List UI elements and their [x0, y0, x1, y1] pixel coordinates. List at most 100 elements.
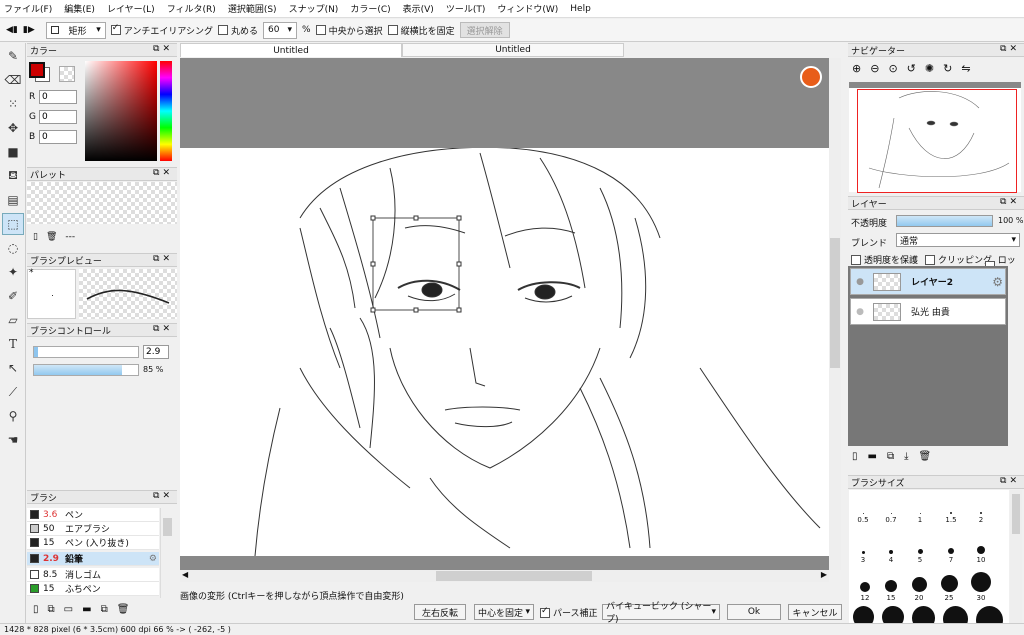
gear-icon[interactable]: ⚙: [992, 275, 1003, 289]
gear-icon[interactable]: ⚙: [149, 554, 157, 564]
canvas-area[interactable]: [180, 58, 829, 570]
menu-layer[interactable]: レイヤー(L): [107, 2, 155, 15]
folder-icon[interactable]: ▬: [868, 451, 877, 467]
select-eraser-tool-icon[interactable]: ▱: [2, 309, 24, 331]
menu-color[interactable]: カラー(C): [350, 2, 390, 15]
dot-tool-icon[interactable]: ⁙: [2, 93, 24, 115]
panel-controls-icon[interactable]: ⧉✕: [153, 168, 173, 178]
flip-view-icon[interactable]: ⇋: [961, 62, 970, 78]
brush-opacity-slider[interactable]: [33, 364, 139, 376]
duplicate-layer-icon[interactable]: ⧉: [887, 451, 894, 467]
brush-size-cell[interactable]: 20: [907, 572, 931, 602]
rotate-left-icon[interactable]: ↺: [907, 62, 916, 78]
layer-row[interactable]: ● 弘光 由貴: [850, 298, 1006, 325]
divider-tool-icon[interactable]: ⟋: [2, 381, 24, 403]
canvas-vertical-scrollbar[interactable]: [829, 58, 841, 570]
color-sv-picker[interactable]: [85, 61, 157, 161]
menu-tool[interactable]: ツール(T): [446, 2, 486, 15]
magic-wand-tool-icon[interactable]: ✦: [2, 261, 24, 283]
brush-size-cell[interactable]: 7: [941, 540, 961, 564]
round-value-select[interactable]: 60 ▾: [263, 21, 298, 39]
brush-item[interactable]: 8.5 消しゴム: [27, 568, 159, 582]
next-icon[interactable]: ▮▶: [23, 25, 35, 35]
trash-icon[interactable]: 🗑: [919, 451, 932, 467]
brush-size-cell[interactable]: 2: [971, 504, 991, 524]
brush-size-slider[interactable]: [33, 346, 139, 358]
flip-horizontal-button[interactable]: 左右反転: [414, 604, 466, 620]
brush-size-cell[interactable]: 30: [968, 572, 994, 602]
brush-size-cell[interactable]: 0.7: [881, 504, 901, 524]
panel-controls-icon[interactable]: ⧉✕: [153, 324, 173, 334]
menu-edit[interactable]: 編集(E): [64, 2, 95, 15]
panel-controls-icon[interactable]: ⧉✕: [1000, 197, 1020, 207]
perspective-checkbox[interactable]: パース補正: [540, 606, 598, 619]
operation-tool-icon[interactable]: ↖: [2, 357, 24, 379]
bucket-tool-icon[interactable]: ⛾: [2, 165, 24, 187]
panel-controls-icon[interactable]: ⧉✕: [153, 44, 173, 54]
panel-controls-icon[interactable]: ⧉✕: [1000, 44, 1020, 54]
brush-item[interactable]: 15 ペン (入り抜き): [27, 536, 159, 550]
trash-icon[interactable]: 🗑: [117, 604, 130, 615]
rotate-reset-icon[interactable]: ✺: [925, 62, 934, 78]
zoom-reset-icon[interactable]: ⊙: [888, 62, 897, 78]
transparent-swatch[interactable]: [59, 66, 75, 82]
trash-icon[interactable]: 🗑: [46, 232, 57, 242]
ok-button[interactable]: Ok: [727, 604, 781, 620]
move-tool-icon[interactable]: ✥: [2, 117, 24, 139]
pen-tool-icon[interactable]: ✎: [2, 45, 24, 67]
tab-untitled-1[interactable]: Untitled: [180, 43, 402, 57]
panel-controls-icon[interactable]: ⧉✕: [1000, 476, 1020, 486]
layer-row-selected[interactable]: ● レイヤー2 ⚙: [850, 268, 1006, 295]
brush-size-cell[interactable]: 15: [879, 572, 903, 602]
rect-select-tool-icon[interactable]: ⬚: [2, 213, 24, 235]
b-input[interactable]: [39, 130, 77, 144]
menu-view[interactable]: 表示(V): [403, 2, 434, 15]
eraser-tool-icon[interactable]: ⌫: [2, 69, 24, 91]
brush-size-cell[interactable]: 1.5: [941, 504, 961, 524]
new-layer-icon[interactable]: ▯: [852, 451, 858, 467]
interpolation-select[interactable]: バイキュービック (シャープ) ▾: [602, 602, 720, 625]
menu-snap[interactable]: スナップ(N): [289, 2, 339, 15]
new-brush-icon[interactable]: ▯: [33, 604, 39, 615]
g-input[interactable]: [39, 110, 77, 124]
palette-area[interactable]: [27, 182, 177, 224]
visibility-icon[interactable]: ●: [851, 307, 869, 317]
new-page-icon[interactable]: ▯: [33, 232, 38, 242]
brush-size-cell[interactable]: 0.5: [853, 504, 873, 524]
fill-rect-tool-icon[interactable]: ■: [2, 141, 24, 163]
anchor-select[interactable]: 中心を固定 ▾: [474, 604, 534, 620]
menu-filter[interactable]: フィルタ(R): [167, 2, 216, 15]
brush-size-scrollbar[interactable]: [1010, 490, 1022, 623]
gradient-tool-icon[interactable]: ▤: [2, 189, 24, 211]
fg-color-swatch[interactable]: [29, 62, 45, 78]
hand-tool-icon[interactable]: ☚: [2, 429, 24, 451]
menu-help[interactable]: Help: [570, 4, 591, 14]
zoom-out-icon[interactable]: ⊖: [870, 62, 879, 78]
tab-untitled-2[interactable]: Untitled: [402, 43, 624, 57]
merge-down-icon[interactable]: ⤓: [904, 451, 908, 467]
brush-size-input[interactable]: [143, 345, 169, 359]
brush-item[interactable]: 15 ふちペン: [27, 582, 159, 596]
drawing-paper[interactable]: [180, 146, 829, 557]
brush-item-selected[interactable]: 2.9 鉛筆 ⚙: [27, 552, 159, 566]
brush-size-cell[interactable]: 3: [853, 540, 873, 564]
visibility-icon[interactable]: ●: [851, 277, 869, 287]
protect-alpha-checkbox[interactable]: 透明度を保護: [851, 253, 918, 266]
brush-size-cell[interactable]: 4: [881, 540, 901, 564]
brush-size-cell[interactable]: 12: [853, 572, 877, 602]
navigator-preview[interactable]: [849, 82, 1021, 193]
brush-size-cell[interactable]: 25: [937, 572, 961, 602]
mascot-icon[interactable]: [800, 66, 822, 88]
brush-item[interactable]: 3.6 ペン: [27, 508, 159, 522]
aspect-lock-checkbox[interactable]: 縦横比を固定: [387, 24, 455, 37]
brush-list-scrollbar[interactable]: [160, 508, 174, 598]
cancel-button[interactable]: キャンセル: [788, 604, 842, 620]
hue-slider[interactable]: [160, 61, 172, 161]
clipping-checkbox[interactable]: クリッピング: [925, 253, 992, 266]
brush-size-cell[interactable]: 10: [971, 540, 991, 564]
brush-size-cell[interactable]: 1: [910, 504, 930, 524]
menu-selection[interactable]: 選択範囲(S): [228, 2, 277, 15]
menu-window[interactable]: ウィンドウ(W): [497, 2, 558, 15]
menu-file[interactable]: ファイル(F): [4, 2, 52, 15]
deselect-button[interactable]: 選択解除: [459, 22, 510, 38]
